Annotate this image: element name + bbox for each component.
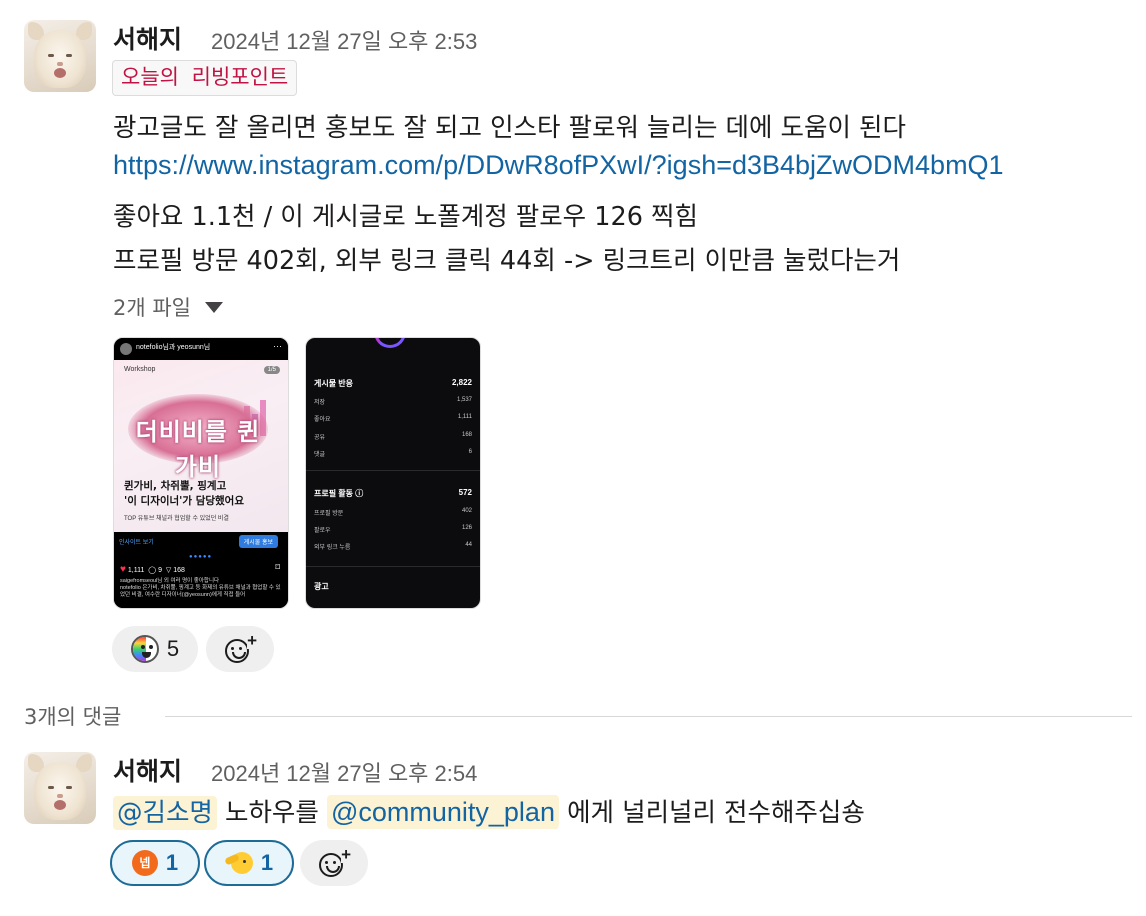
- carousel-dots: ●●●●●: [189, 554, 213, 560]
- insights-row: 저장 1,537: [314, 397, 472, 406]
- reply-text: @김소명 노하우를 @community_plan 에게 널리널리 전수해주십숑: [113, 792, 865, 830]
- insights-section-header: 게시물 반응 2,822: [314, 378, 472, 388]
- poster-title: 더비비를 퀸가비: [135, 418, 261, 481]
- caption-liked-by: saigefromseoul님 외 여러 명이 좋아합니다: [120, 578, 220, 584]
- mention-user[interactable]: @김소명: [113, 796, 217, 830]
- author-name[interactable]: 서해지: [113, 20, 182, 56]
- insights-row: 좋아요 1,111: [314, 414, 472, 423]
- living-point-tag: 오늘의 리빙포인트: [112, 60, 298, 96]
- heart-icon: ♥: [120, 564, 126, 575]
- more-icon: ···: [273, 341, 282, 351]
- reply-author-avatar[interactable]: [24, 752, 96, 824]
- poster-headline-1: 퀸가비, 차쥐뿔, 핑계고: [124, 480, 227, 492]
- reply-author-name[interactable]: 서해지: [113, 752, 182, 788]
- message-line-3: 좋아요 1.1천 / 이 게시글로 노폴계정 팔로우 126 찍힘: [113, 202, 698, 232]
- avatar: [120, 343, 132, 355]
- add-reaction-button[interactable]: +: [206, 626, 274, 672]
- comments-count: 9: [158, 567, 162, 574]
- post-username: notefolio님과 yeosunn님: [136, 344, 211, 351]
- insights-row: 팔로우 126: [314, 525, 472, 534]
- insights-section-header: 프로필 활동 ⓘ 572: [314, 488, 472, 498]
- insights-row: 댓글 6: [314, 449, 472, 458]
- poster-subline: TOP 유튜브 채널과 협업할 수 있었던 비결: [124, 516, 229, 522]
- bookmark-icon: ⌑: [275, 562, 280, 572]
- nep-emoji-icon: 넵: [131, 850, 158, 876]
- reply-text-part-2: 에게 널리널리 전수해주십숑: [567, 798, 865, 828]
- reaction-party-face[interactable]: 5: [112, 626, 198, 672]
- instagram-link[interactable]: https://www.instagram.com/p/DDwR8ofPXwI/…: [113, 150, 1004, 180]
- share-icon: ▽: [165, 567, 172, 574]
- thread-reply-count[interactable]: 3개의 댓글: [24, 701, 121, 731]
- reply-timestamp[interactable]: 2024년 12월 27일 오후 2:54: [211, 756, 477, 788]
- files-toggle[interactable]: 2개 파일: [113, 292, 223, 322]
- insights-row: 공유 168: [314, 432, 472, 441]
- insights-link: 인사이트 보기: [119, 540, 154, 546]
- divider: [306, 566, 480, 567]
- message-timestamp[interactable]: 2024년 12월 27일 오후 2:53: [211, 24, 477, 56]
- file-thumbnail-insights[interactable]: 게시물 반응 2,822 저장 1,537 좋아요 1,111 공유 168 댓글 6 프…: [305, 337, 481, 609]
- salute-face-icon: [224, 850, 253, 876]
- reaction-nep[interactable]: 넵 1: [110, 840, 200, 886]
- post-image: Workshop 1/5 더비비를 퀸가비 퀸가비, 차쥐뿔, 핑계고 '이 디…: [114, 360, 288, 532]
- insights-section-header: 광고: [314, 582, 329, 591]
- file-thumbnail-instagram-post[interactable]: notefolio님과 yeosunn님 ··· Workshop 1/5 더비…: [113, 337, 289, 609]
- reply-text-part-1: 노하우를: [225, 798, 319, 828]
- caret-down-icon: [205, 301, 223, 313]
- shares-count: 168: [173, 567, 185, 574]
- divider: [306, 470, 480, 471]
- mention-user[interactable]: @community_plan: [326, 795, 559, 829]
- progress-ring: [374, 338, 406, 348]
- add-emoji-icon: +: [225, 632, 257, 664]
- files-count-label: 2개 파일: [113, 296, 191, 320]
- post-caption: saigefromseoul님 외 여러 명이 좋아합니다 notefolio …: [120, 578, 284, 599]
- reaction-salute-face[interactable]: 1: [204, 840, 294, 886]
- add-reaction-button[interactable]: +: [300, 840, 368, 886]
- reaction-count: 1: [260, 850, 274, 875]
- message-line-1: 광고글도 잘 올리면 홍보도 잘 되고 인스타 팔로워 늘리는 데에 도움이 된…: [113, 113, 906, 143]
- author-avatar[interactable]: [24, 20, 96, 92]
- poster-headline-2: '이 디자이너'가 담당했어요: [124, 495, 244, 507]
- message-link-line: https://www.instagram.com/p/DDwR8ofPXwI/…: [113, 150, 1004, 181]
- insights-row: 프로필 방문 402: [314, 508, 472, 517]
- comment-icon: ◯: [148, 567, 157, 574]
- reaction-count: 1: [165, 850, 179, 875]
- boost-post-button: 게시물 홍보: [238, 535, 278, 548]
- party-face-icon: [130, 635, 159, 663]
- poster-logo: 더비비를 퀸가비: [128, 394, 268, 481]
- add-emoji-icon: +: [319, 846, 351, 878]
- likes-count: 1,111: [127, 567, 145, 574]
- thread-divider: [165, 716, 1132, 717]
- post-page-indicator: 1/5: [263, 366, 280, 374]
- post-section: Workshop: [124, 366, 156, 373]
- message-line-4: 프로필 방문 402회, 외부 링크 클릭 44회 -> 링크트리 이만큼 눌렀…: [113, 246, 901, 276]
- post-actions: ♥ 1,111 ◯ 9 ▽ 168: [120, 564, 185, 575]
- insights-row: 외부 링크 누름 44: [314, 542, 472, 551]
- caption-text: notefolio 은가비, 차쥐뿔, 핑계고 등 화제의 유튜브 채널과 협업…: [120, 585, 281, 598]
- reaction-count: 5: [166, 636, 180, 661]
